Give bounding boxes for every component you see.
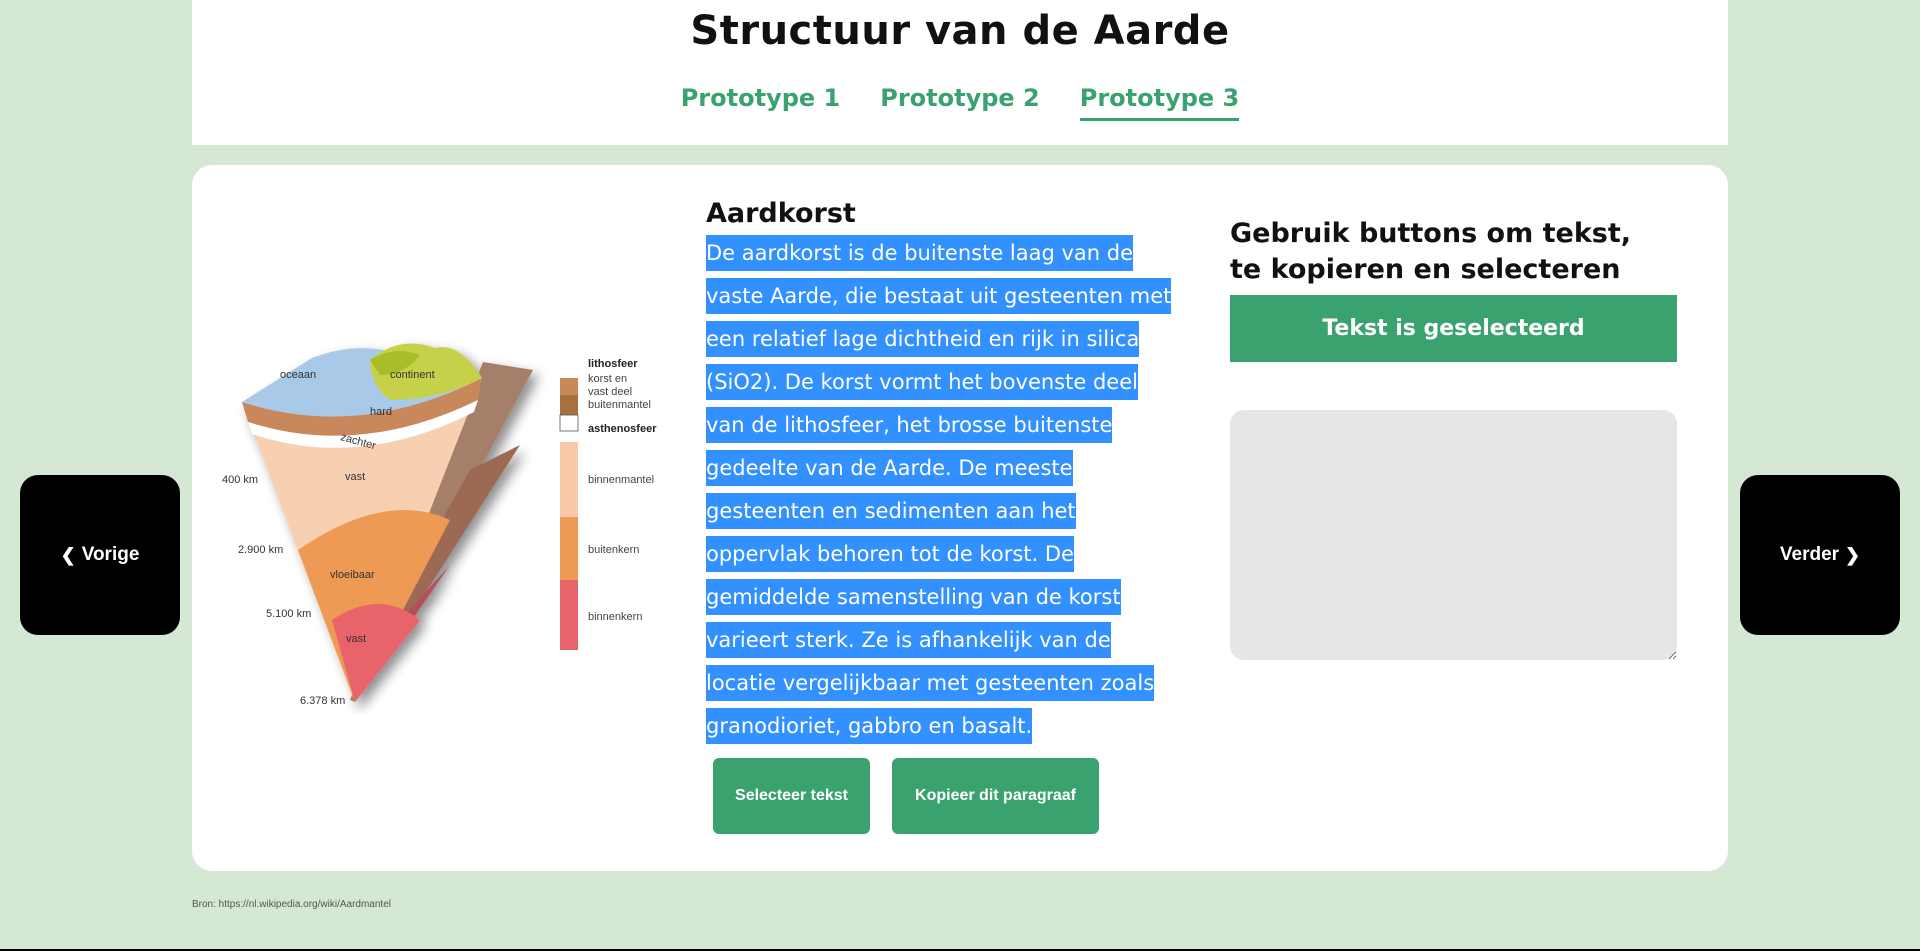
prototype-tabs: Prototype 1 Prototype 2 Prototype 3 xyxy=(192,84,1728,121)
previous-label: Vorige xyxy=(81,544,140,565)
earth-wedge xyxy=(242,343,533,702)
depth-5100: 5.100 km xyxy=(266,608,311,620)
tab-prototype-1[interactable]: Prototype 1 xyxy=(681,84,841,118)
chevron-left-icon: ❮ xyxy=(60,544,76,565)
label-vloeibaar: vloeibaar xyxy=(330,569,375,581)
chevron-right-icon: ❯ xyxy=(1845,544,1861,565)
legend-binnenmantel: binnenmantel xyxy=(588,474,654,486)
label-vast-mantel: vast xyxy=(345,471,365,483)
legend-binnenkern: binnenkern xyxy=(588,611,642,623)
paste-textarea[interactable] xyxy=(1230,410,1677,660)
label-vast-kern: vast xyxy=(346,633,366,645)
header: Structuur van de Aarde Prototype 1 Proto… xyxy=(192,0,1728,145)
tab-prototype-3[interactable]: Prototype 3 xyxy=(1079,84,1240,121)
article-paragraph[interactable]: De aardkorst is de buitenste laag van de… xyxy=(706,232,1176,748)
next-button[interactable]: Verder ❯ xyxy=(1740,475,1900,635)
select-text-button[interactable]: Selecteer tekst xyxy=(713,758,870,834)
tab-prototype-2[interactable]: Prototype 2 xyxy=(880,84,1040,118)
earth-structure-diagram: oceaan continent hard zachter vast vloei… xyxy=(222,343,657,707)
label-oceaan: oceaan xyxy=(280,369,316,381)
selection-status: Tekst is geselecteerd xyxy=(1230,295,1677,362)
depth-2900: 2.900 km xyxy=(238,544,283,556)
next-label: Verder xyxy=(1779,544,1840,565)
legend-lithosfeer: lithosfeer xyxy=(588,358,638,370)
label-continent: continent xyxy=(390,369,435,381)
section-heading: Aardkorst xyxy=(706,198,856,229)
page-title: Structuur van de Aarde xyxy=(690,8,1230,54)
label-hard: hard xyxy=(370,406,392,418)
selected-text[interactable]: De aardkorst is de buitenste laag van de… xyxy=(706,235,1172,744)
legend-lithosfeer-sub-3: buitenmantel xyxy=(588,399,651,411)
previous-button[interactable]: ❮ Vorige xyxy=(20,475,180,635)
copy-paragraph-button[interactable]: Kopieer dit paragraaf xyxy=(892,758,1099,834)
legend-lithosfeer-sub-2: vast deel xyxy=(588,386,632,398)
panel-heading: Gebruik buttons om tekst, te kopieren en… xyxy=(1230,218,1632,285)
depth-6378: 6.378 km xyxy=(300,695,345,707)
legend: lithosfeer korst en vast deel buitenmant… xyxy=(559,358,657,650)
source-link[interactable]: Bron: https://nl.wikipedia.org/wiki/Aard… xyxy=(192,899,391,910)
legend-buitenkern: buitenkern xyxy=(588,544,639,556)
legend-lithosfeer-sub-1: korst en xyxy=(588,373,627,385)
depth-400: 400 km xyxy=(222,474,258,486)
legend-asthenosfeer: asthenosfeer xyxy=(588,423,657,435)
